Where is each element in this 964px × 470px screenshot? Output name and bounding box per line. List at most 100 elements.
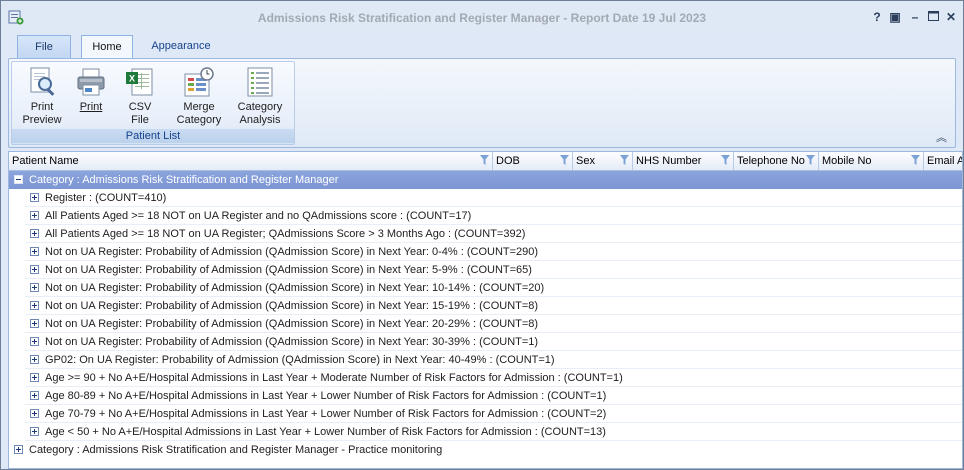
filter-icon[interactable]: [721, 155, 730, 165]
category-label: Category : Admissions Risk Stratificatio…: [29, 444, 443, 456]
collapse-ribbon-icon[interactable]: ︽: [936, 129, 947, 145]
group-row[interactable]: Age 70-79 + No A+E/Hospital Admissions i…: [25, 405, 962, 423]
expand-icon[interactable]: [30, 318, 39, 328]
column-header-sex[interactable]: Sex: [573, 152, 633, 170]
print-button[interactable]: Print: [72, 66, 110, 114]
column-header-email[interactable]: Email A: [924, 152, 962, 170]
svg-text:X: X: [129, 74, 135, 84]
filter-icon[interactable]: [560, 155, 569, 165]
group-row[interactable]: All Patients Aged >= 18 NOT on UA Regist…: [25, 207, 962, 225]
group-row-label: Age 70-79 + No A+E/Hospital Admissions i…: [45, 408, 607, 420]
group-caption: Patient List: [12, 129, 294, 143]
column-header-nhs-number[interactable]: NHS Number: [633, 152, 734, 170]
group-row-label: GP02: On UA Register: Probability of Adm…: [45, 354, 555, 366]
expand-icon[interactable]: [30, 372, 39, 382]
analysis-label-2: Analysis: [239, 114, 281, 126]
collapse-icon[interactable]: [14, 174, 23, 184]
patient-list-group: Print Preview Print X CSV File Merge Cat…: [11, 61, 295, 145]
group-row[interactable]: GP02: On UA Register: Probability of Adm…: [25, 351, 962, 369]
group-row[interactable]: Age >= 90 + No A+E/Hospital Admissions i…: [25, 369, 962, 387]
group-row[interactable]: Age < 50 + No A+E/Hospital Admissions in…: [25, 423, 962, 441]
csv-label-2: File: [131, 114, 149, 126]
csv-file-button[interactable]: X CSV File: [120, 66, 160, 127]
expand-icon[interactable]: [30, 264, 39, 274]
print-preview-label-2: Preview: [22, 114, 62, 126]
group-row[interactable]: Not on UA Register: Probability of Admis…: [25, 279, 962, 297]
filter-icon[interactable]: [480, 155, 489, 165]
group-row[interactable]: Register : (COUNT=410): [25, 189, 962, 207]
column-label: Patient Name: [12, 155, 79, 167]
csv-label-1: CSV: [128, 101, 152, 113]
expand-icon[interactable]: [30, 300, 39, 310]
group-row-label: Not on UA Register: Probability of Admis…: [45, 282, 545, 294]
help-icon[interactable]: ?: [869, 9, 885, 25]
minimize-icon[interactable]: –: [907, 9, 923, 25]
group-row-label: Age >= 90 + No A+E/Hospital Admissions i…: [45, 372, 623, 384]
category-analysis-button[interactable]: Category Analysis: [232, 66, 288, 127]
expand-icon[interactable]: [30, 228, 39, 238]
print-preview-icon: [30, 67, 55, 96]
expand-icon[interactable]: [30, 390, 39, 400]
ribbon: Print Preview Print X CSV File Merge Cat…: [8, 58, 956, 148]
merge-label-2: Category: [176, 114, 222, 126]
tab-home[interactable]: Home: [81, 35, 133, 59]
group-row-label: Register : (COUNT=410): [45, 192, 167, 204]
group-row[interactable]: Not on UA Register: Probability of Admis…: [25, 333, 962, 351]
print-preview-label-1: Print: [30, 101, 54, 113]
filter-icon[interactable]: [806, 155, 815, 165]
column-label: NHS Number: [636, 155, 702, 167]
group-row-label: Not on UA Register: Probability of Admis…: [45, 246, 539, 258]
group-row-label: Not on UA Register: Probability of Admis…: [45, 264, 532, 276]
expand-icon[interactable]: [30, 210, 39, 220]
group-row[interactable]: Not on UA Register: Probability of Admis…: [25, 261, 962, 279]
expand-icon[interactable]: [30, 192, 39, 202]
column-header-patient-name[interactable]: Patient Name: [9, 152, 493, 170]
close-icon[interactable]: ✕: [943, 9, 959, 25]
column-label: Sex: [576, 155, 595, 167]
tab-file[interactable]: File: [17, 35, 71, 58]
group-row-label: Not on UA Register: Probability of Admis…: [45, 300, 539, 312]
group-row[interactable]: Not on UA Register: Probability of Admis…: [25, 297, 962, 315]
filter-icon[interactable]: [620, 155, 629, 165]
grid-header: Patient Name DOB Sex NHS Number Telephon…: [9, 152, 962, 171]
print-label: Print: [79, 101, 103, 113]
title-bar[interactable]: Admissions Risk Stratification and Regis…: [1, 1, 963, 34]
column-label: Telephone No: [737, 155, 805, 167]
merge-category-button[interactable]: Merge Category: [174, 66, 224, 127]
column-header-telephone[interactable]: Telephone No: [734, 152, 819, 170]
expand-icon[interactable]: [30, 354, 39, 364]
app-window: Admissions Risk Stratification and Regis…: [0, 0, 964, 470]
column-header-mobile[interactable]: Mobile No: [819, 152, 924, 170]
group-row[interactable]: Not on UA Register: Probability of Admis…: [25, 243, 962, 261]
column-label: DOB: [496, 155, 520, 167]
filter-icon[interactable]: [911, 155, 920, 165]
merge-category-icon: [184, 67, 214, 97]
group-row[interactable]: Not on UA Register: Probability of Admis…: [25, 315, 962, 333]
group-row-label: All Patients Aged >= 18 NOT on UA Regist…: [45, 210, 472, 222]
analysis-label-1: Category: [237, 101, 283, 113]
group-row-label: Not on UA Register: Probability of Admis…: [45, 318, 539, 330]
window-title: Admissions Risk Stratification and Regis…: [257, 11, 707, 25]
expand-icon[interactable]: [14, 444, 23, 454]
expand-icon[interactable]: [30, 426, 39, 436]
group-row[interactable]: All Patients Aged >= 18 NOT on UA Regist…: [25, 225, 962, 243]
expand-icon[interactable]: [30, 336, 39, 346]
category-row-selected[interactable]: Category : Admissions Risk Stratificatio…: [9, 171, 962, 189]
tab-appearance[interactable]: Appearance: [140, 35, 222, 57]
expand-icon[interactable]: [30, 246, 39, 256]
maximize-icon[interactable]: [925, 9, 941, 25]
category-label: Category : Admissions Risk Stratificatio…: [29, 174, 339, 186]
column-label: Mobile No: [822, 155, 872, 167]
restore-icon[interactable]: ▣: [887, 9, 903, 25]
column-header-dob[interactable]: DOB: [493, 152, 573, 170]
group-row-label: All Patients Aged >= 18 NOT on UA Regist…: [45, 228, 526, 240]
expand-icon[interactable]: [30, 282, 39, 292]
group-row[interactable]: Age 80-89 + No A+E/Hospital Admissions i…: [25, 387, 962, 405]
merge-label-1: Merge: [183, 101, 215, 113]
column-label: Email A: [927, 155, 962, 167]
expand-icon[interactable]: [30, 408, 39, 418]
category-row[interactable]: Category : Admissions Risk Stratificatio…: [9, 441, 442, 459]
patient-grid: Patient Name DOB Sex NHS Number Telephon…: [8, 151, 963, 469]
group-row-label: Age < 50 + No A+E/Hospital Admissions in…: [45, 426, 606, 438]
print-preview-button[interactable]: Print Preview: [18, 66, 66, 127]
